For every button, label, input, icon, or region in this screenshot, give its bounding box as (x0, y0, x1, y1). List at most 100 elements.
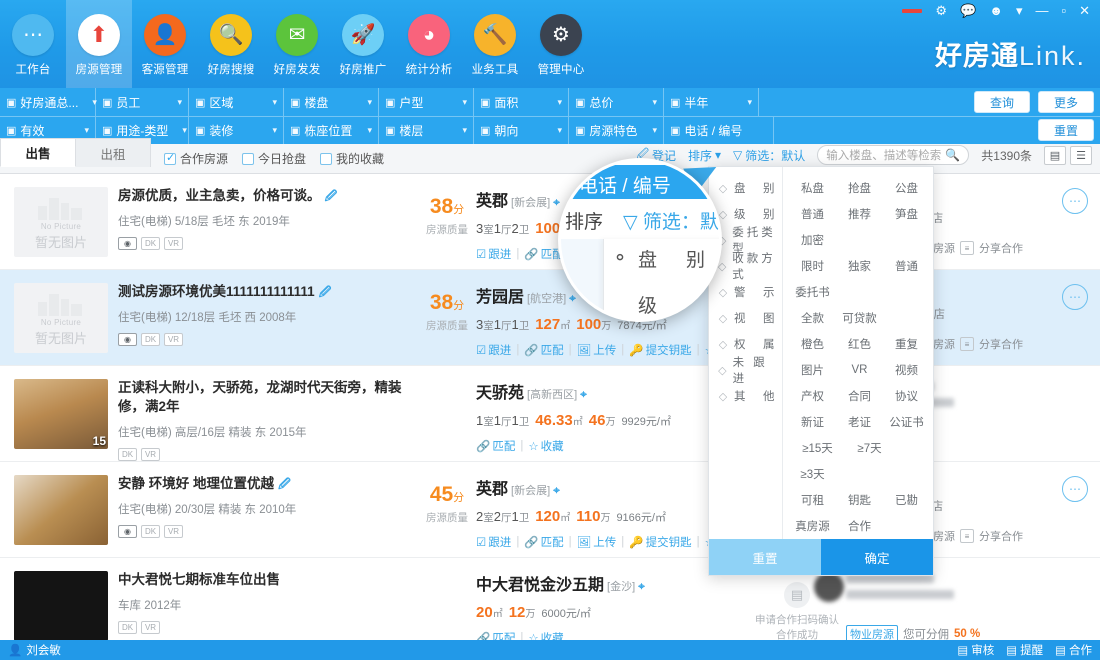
filter-option-VR[interactable]: VR (836, 357, 883, 383)
map-pin-icon[interactable]: ⌖ (553, 483, 560, 497)
media-tag-VR[interactable]: VR (164, 333, 183, 346)
filter-总价[interactable]: ▣总价▾ (569, 88, 664, 116)
checkbox-box[interactable] (320, 153, 332, 165)
filter-朝向[interactable]: ▣朝向▾ (474, 117, 569, 144)
more-button[interactable]: 更多 (1038, 91, 1094, 113)
listing-list[interactable]: No Picture暂无图片房源优质，业主急卖，价格可谈。🖉住宅(电梯) 5/1… (0, 174, 1100, 640)
filter-房源特色[interactable]: ▣房源特色▾ (569, 117, 664, 144)
action-跟进[interactable]: ☑跟进 (476, 246, 511, 262)
listing-title[interactable]: 正读科大附小，天骄苑，龙湖时代天街旁，精装修，满2年 (118, 378, 412, 417)
media-tag-◉[interactable]: ◉ (118, 525, 137, 538)
checkbox-box[interactable] (242, 153, 254, 165)
listing-thumbnail[interactable] (14, 571, 108, 640)
filter-栋座位置[interactable]: ▣栋座位置▾ (284, 117, 379, 144)
action-跟进[interactable]: ☑跟进 (476, 342, 511, 358)
filter-option-限时[interactable]: 限时 (789, 253, 836, 279)
filter-option-笋盘[interactable]: 笋盘 (883, 201, 930, 227)
filter-option-全款[interactable]: 全款 (789, 305, 836, 331)
listing-thumbnail[interactable]: 15 (14, 379, 108, 449)
action-上传[interactable]: 🖼上传 (577, 534, 617, 550)
filter-option-抢盘[interactable]: 抢盘 (836, 175, 883, 201)
media-tag-◉[interactable]: ◉ (118, 333, 137, 346)
listing-title[interactable]: 中大君悦七期标准车位出售 (118, 570, 412, 590)
nav-item-好房搜搜[interactable]: 🔍好房搜搜 (198, 0, 264, 88)
filter-option-委托书[interactable]: 委托书 (789, 279, 836, 305)
filter-option-新证[interactable]: 新证 (789, 409, 836, 435)
listing-title[interactable]: 测试房源环境优美1111111111111🖉 (118, 282, 412, 302)
filter-区域[interactable]: ▣区域▾ (189, 88, 284, 116)
listing-row[interactable]: 中大君悦七期标准车位出售车库 2012年DKVR中大君悦金沙五期[金沙]⌖20㎡… (0, 558, 1100, 640)
filter-option-≥15天[interactable]: ≥15天 (789, 435, 846, 461)
filter-option-已勘[interactable]: 已勘 (883, 487, 930, 513)
action-匹配[interactable]: 🔗匹配 (524, 342, 563, 358)
filter-半年[interactable]: ▣半年▾ (664, 88, 759, 116)
query-button[interactable]: 查询 (974, 91, 1030, 113)
checkbox-box[interactable] (164, 153, 176, 165)
action-提交钥匙[interactable]: 🔑提交钥匙 (629, 534, 691, 550)
settings-icon[interactable]: ⚙ (935, 4, 947, 17)
minimize-icon[interactable]: — (1035, 4, 1048, 17)
filter-category-其他[interactable]: ◇其 他 (709, 383, 782, 409)
checkbox-我的收藏[interactable]: 我的收藏 (320, 150, 384, 167)
filter-option-普通[interactable]: 普通 (789, 201, 836, 227)
filter-category-未跟进[interactable]: ◇未 跟 进 (709, 357, 782, 383)
media-tag-VR[interactable]: VR (141, 448, 160, 461)
user-icon[interactable]: ☻ (989, 4, 1003, 17)
listing-row[interactable]: 15正读科大附小，天骄苑，龙湖时代天街旁，精装修，满2年住宅(电梯) 高层/16… (0, 366, 1100, 462)
filter-装修[interactable]: ▣装修▾ (189, 117, 284, 144)
filter-员工[interactable]: ▣员工▾ (96, 88, 189, 116)
listing-title[interactable]: 安静 环境好 地理位置优越🖉 (118, 474, 412, 494)
media-tag-DK[interactable]: DK (141, 525, 160, 538)
filter-option-合同[interactable]: 合同 (836, 383, 883, 409)
filter-option-普通[interactable]: 普通 (883, 253, 930, 279)
filter-option-≥7天[interactable]: ≥7天 (846, 435, 893, 461)
edit-icon[interactable]: 🖉 (319, 285, 332, 299)
reset-button[interactable]: 重置 (1038, 119, 1094, 141)
filter-option-可租[interactable]: 可租 (789, 487, 836, 513)
listing-row[interactable]: No Picture暂无图片测试房源环境优美1111111111111🖉住宅(电… (0, 270, 1100, 366)
status-合作[interactable]: ▤合作 (1055, 642, 1092, 658)
filter-option-图片[interactable]: 图片 (789, 357, 836, 383)
action-匹配[interactable]: 🔗匹配 (476, 630, 515, 640)
filter-option-产权[interactable]: 产权 (789, 383, 836, 409)
filter-confirm-button[interactable]: 确定 (821, 539, 933, 575)
filter-电话 / 编号[interactable]: ▣电话 / 编号 (664, 117, 774, 144)
filter-option-推荐[interactable]: 推荐 (836, 201, 883, 227)
message-icon[interactable]: ⋯ (1062, 284, 1088, 310)
filter-category-视图[interactable]: ◇视 图 (709, 305, 782, 331)
nav-item-统计分析[interactable]: ◕统计分析 (396, 0, 462, 88)
filter-option-≥3天[interactable]: ≥3天 (789, 461, 836, 487)
tab-出售[interactable]: 出售 (0, 138, 76, 167)
action-跟进[interactable]: ☑跟进 (476, 534, 511, 550)
filter-option-公盘[interactable]: 公盘 (883, 175, 930, 201)
nav-item-业务工具[interactable]: 🔨业务工具 (462, 0, 528, 88)
message-icon[interactable]: ⋯ (1062, 476, 1088, 502)
action-匹配[interactable]: 🔗匹配 (524, 534, 563, 550)
search-input[interactable]: 输入楼盘、描述等检索 🔍 (817, 145, 969, 165)
filter-option-真房源[interactable]: 真房源 (789, 513, 836, 539)
filter-option-协议[interactable]: 协议 (883, 383, 930, 409)
filter-option-加密[interactable]: 加密 (789, 227, 836, 253)
listing-thumbnail[interactable]: No Picture暂无图片 (14, 187, 108, 257)
message-icon[interactable]: ⋯ (1062, 188, 1088, 214)
map-pin-icon[interactable]: ⌖ (638, 579, 645, 593)
listing-row[interactable]: No Picture暂无图片房源优质，业主急卖，价格可谈。🖉住宅(电梯) 5/1… (0, 174, 1100, 270)
filter-button[interactable]: ▽ 筛选：默认 (733, 147, 805, 164)
tab-出租[interactable]: 出租 (75, 138, 151, 167)
media-tag-DK[interactable]: DK (141, 333, 160, 346)
minimize-red-bar-icon[interactable] (902, 9, 922, 13)
filter-option-红色[interactable]: 红色 (836, 331, 883, 357)
view-grid-button[interactable]: ▤ (1044, 146, 1066, 165)
checkbox-今日抢盘[interactable]: 今日抢盘 (242, 150, 306, 167)
filter-option-可贷款[interactable]: 可贷款 (836, 305, 883, 331)
action-提交钥匙[interactable]: 🔑提交钥匙 (629, 342, 691, 358)
action-收藏[interactable]: ☆收藏 (528, 630, 563, 640)
media-tag-DK[interactable]: DK (141, 237, 160, 250)
filter-option-合作[interactable]: 合作 (836, 513, 883, 539)
action-上传[interactable]: 🖼上传 (577, 342, 617, 358)
chat-icon[interactable]: 💬 (960, 4, 976, 17)
filter-option-橙色[interactable]: 橙色 (789, 331, 836, 357)
filter-option-私盘[interactable]: 私盘 (789, 175, 836, 201)
filter-option-视频[interactable]: 视频 (883, 357, 930, 383)
nav-item-房源管理[interactable]: ⬆房源管理 (66, 0, 132, 88)
